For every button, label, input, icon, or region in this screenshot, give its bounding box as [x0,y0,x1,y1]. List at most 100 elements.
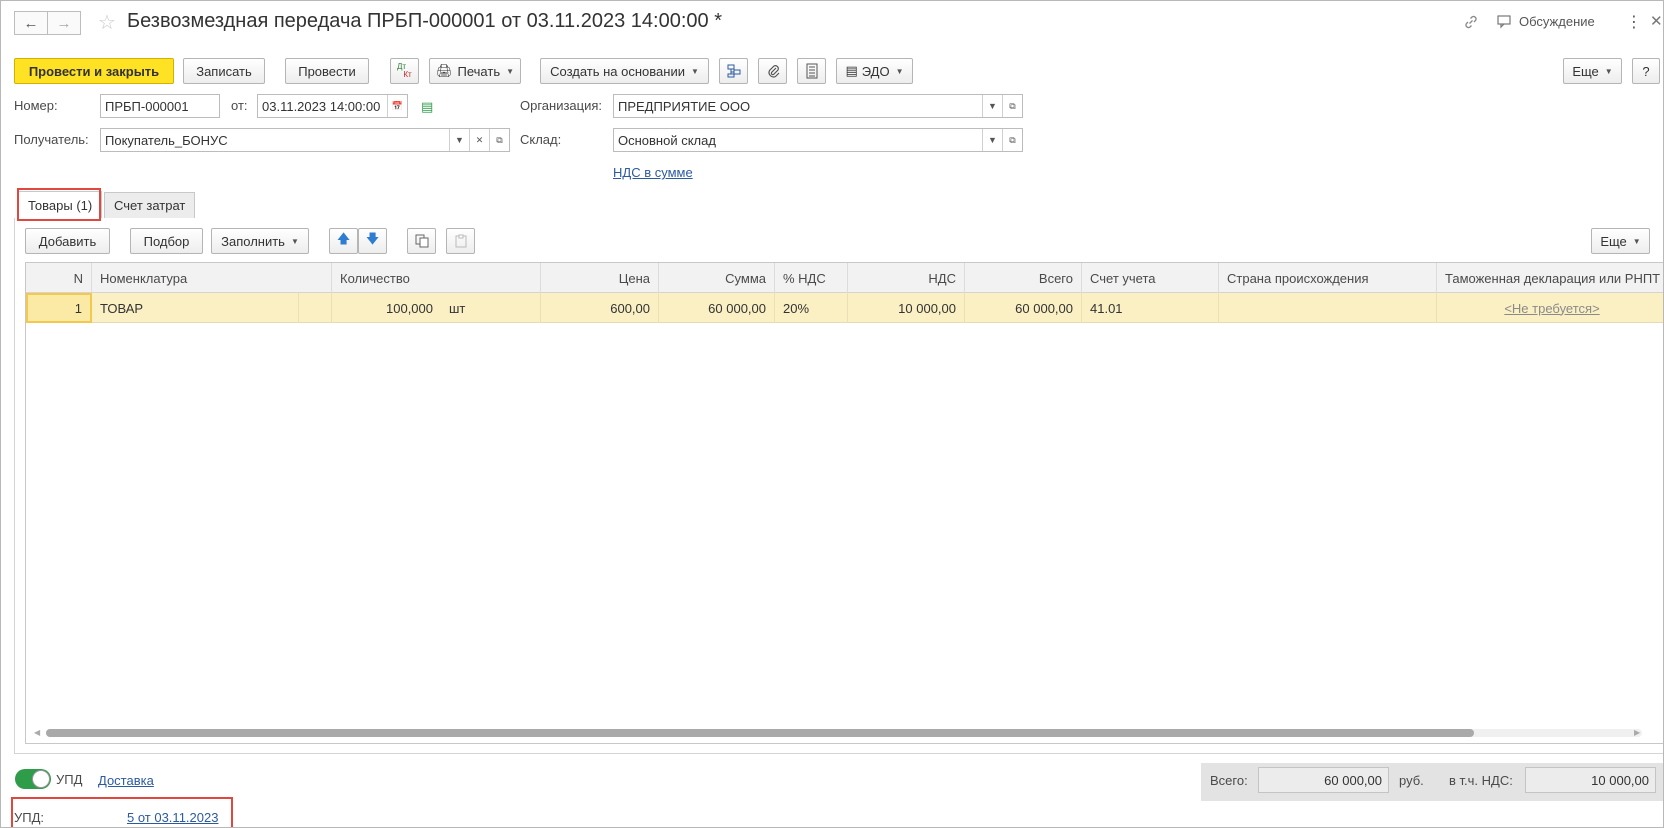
create-based-on-button[interactable]: Создать на основании ▼ [540,58,709,84]
upd-document-link[interactable]: 5 от 03.11.2023 [127,810,218,825]
number-field[interactable]: ПРБП-000001 [100,94,220,118]
currency-label: руб. [1399,773,1424,788]
edo-icon: ▤ [845,63,858,78]
upd-toggle[interactable] [15,769,51,789]
recipient-field[interactable]: Покупатель_БОНУС ▼ ✕ ⧉ [100,128,510,152]
save-button[interactable]: Записать [183,58,265,84]
paperclip-icon[interactable] [758,58,787,84]
warehouse-value: Основной склад [618,132,716,148]
move-down-icon[interactable]: 🡇 [358,228,387,254]
kt-label: Кт [403,70,412,79]
delivery-link[interactable]: Доставка [98,773,154,788]
kebab-menu-icon[interactable]: ⋮ [1626,12,1642,32]
cell-item-extra[interactable] [299,293,332,323]
col-customs[interactable]: Таможенная декларация или РНПТ [1437,263,1664,293]
more-label: Еще [1572,63,1599,79]
paste-icon[interactable] [446,228,475,254]
vat-in-amount-link[interactable]: НДС в сумме [613,165,693,180]
organization-label: Организация: [520,98,603,113]
cell-unit[interactable]: шт [441,293,541,323]
col-vat[interactable]: НДС [848,263,965,293]
total-field: 60 000,00 [1258,767,1389,793]
cell-n[interactable]: 1 [26,293,92,323]
col-qty[interactable]: Количество [332,263,541,293]
col-country[interactable]: Страна происхождения [1219,263,1437,293]
back-button[interactable]: ← [14,11,48,35]
open-icon[interactable]: ⧉ [1002,129,1022,151]
close-icon[interactable]: ✕ [1650,12,1663,30]
tab-expense-account[interactable]: Счет затрат [104,192,196,218]
vat-total-field: 10 000,00 [1525,767,1656,793]
report-icon[interactable] [797,58,826,84]
col-vat-rate[interactable]: % НДС [775,263,848,293]
date-field[interactable]: 03.11.2023 14:00:00 📅 [257,94,408,118]
warehouse-field[interactable]: Основной склад ▼ ⧉ [613,128,1023,152]
copy-icon[interactable] [407,228,436,254]
dt-kt-button[interactable]: Дт Кт [390,58,419,84]
cell-account[interactable]: 41.01 [1082,293,1219,323]
add-row-button[interactable]: Добавить [25,228,110,254]
cell-item[interactable]: ТОВАР [92,293,299,323]
cell-price[interactable]: 600,00 [541,293,659,323]
arrow-left-icon: ← [23,14,39,32]
link-icon[interactable] [1463,14,1479,30]
scroll-right-icon[interactable]: ▶ [1634,728,1640,737]
calendar-icon[interactable]: 📅 [387,95,407,117]
post-and-close-button[interactable]: Провести и закрыть [14,58,174,84]
post-button[interactable]: Провести [285,58,369,84]
tab-goods[interactable]: Товары (1) [18,191,103,218]
cell-vat-rate[interactable]: 20% [775,293,848,323]
cell-customs[interactable]: <Не требуется> [1437,293,1664,323]
col-sum[interactable]: Сумма [659,263,775,293]
fill-label: Заполнить [221,233,285,249]
col-account[interactable]: Счет учета [1082,263,1219,293]
toggle-knob [32,770,50,788]
more-button[interactable]: Еще ▼ [1563,58,1622,84]
number-label: Номер: [14,98,58,113]
cell-total[interactable]: 60 000,00 [965,293,1082,323]
horizontal-scrollbar[interactable] [46,729,1642,737]
table-more-button[interactable]: Еще ▼ [1591,228,1650,254]
chevron-down-icon: ▼ [290,236,299,246]
vat-total-label: в т.ч. НДС: [1449,773,1513,788]
chevron-down-icon: ▼ [506,66,515,76]
col-item[interactable]: Номенклатура [92,263,332,293]
discussion-button[interactable]: Обсуждение [1497,14,1595,29]
print-button[interactable]: 🖨 Печать ▼ [429,58,521,84]
total-label: Всего: [1210,773,1248,788]
note-icon[interactable]: ▤ [421,99,433,115]
col-total[interactable]: Всего [965,263,1082,293]
open-icon[interactable]: ⧉ [1002,95,1022,117]
pick-button[interactable]: Подбор [130,228,203,254]
fill-button[interactable]: Заполнить ▼ [211,228,309,254]
cell-country[interactable] [1219,293,1437,323]
scrollbar-thumb[interactable] [46,729,1474,737]
chevron-down-icon: ▼ [690,66,699,76]
upd-toggle-label: УПД [56,772,83,787]
dropdown-icon[interactable]: ▼ [449,129,469,151]
clear-icon[interactable]: ✕ [469,129,489,151]
organization-field[interactable]: ПРЕДПРИЯТИЕ ООО ▼ ⧉ [613,94,1023,118]
scroll-left-icon[interactable]: ◀ [34,728,40,737]
table-row[interactable]: 1 ТОВАР 100,000 шт 600,00 60 000,00 20% … [26,293,1664,323]
forward-button[interactable]: → [47,11,81,35]
edo-button[interactable]: ▤ ЭДО ▼ [836,58,913,84]
dropdown-icon[interactable]: ▼ [982,95,1002,117]
open-icon[interactable]: ⧉ [489,129,509,151]
recipient-label: Получатель: [14,132,89,147]
col-n[interactable]: N [26,263,92,293]
goods-table[interactable]: N Номенклатура Количество Цена Сумма % Н… [25,262,1664,744]
warehouse-label: Склад: [520,132,562,147]
chevron-down-icon: ▼ [1632,236,1641,246]
dropdown-icon[interactable]: ▼ [982,129,1002,151]
cell-vat[interactable]: 10 000,00 [848,293,965,323]
date-value: 03.11.2023 14:00:00 [262,98,381,114]
favorite-star-icon[interactable]: ☆ [98,10,116,35]
cell-qty[interactable]: 100,000 [332,293,441,323]
help-button[interactable]: ? [1632,58,1660,84]
move-up-icon[interactable]: 🡅 [329,228,358,254]
col-price[interactable]: Цена [541,263,659,293]
structure-icon[interactable] [719,58,748,84]
cell-sum[interactable]: 60 000,00 [659,293,775,323]
printer-icon: 🖨 [435,63,453,78]
